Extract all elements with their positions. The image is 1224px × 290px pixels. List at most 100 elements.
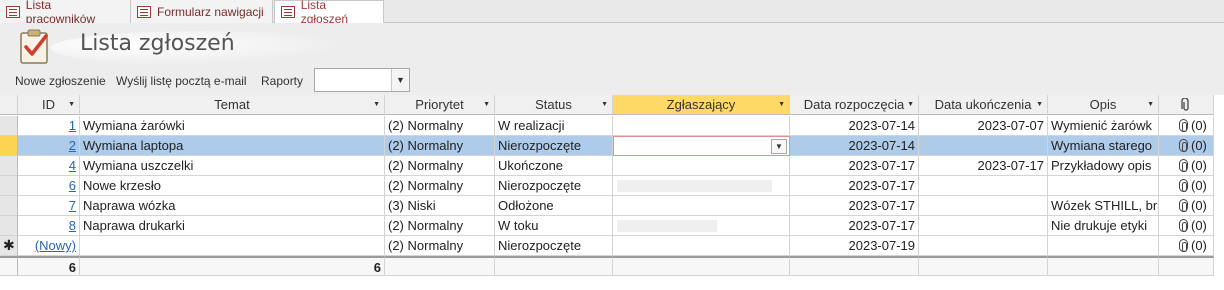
- select-all-corner[interactable]: [0, 95, 18, 115]
- cell-priorytet[interactable]: (2) Normalny: [385, 236, 495, 256]
- new-record-marker[interactable]: ✱: [0, 236, 18, 256]
- cell-zglaszajacy-combo[interactable]: ▼: [613, 136, 790, 156]
- cell-status[interactable]: Nierozpoczęte: [495, 176, 613, 196]
- cell-id[interactable]: 2: [18, 136, 80, 156]
- cell-status[interactable]: Ukończone: [495, 156, 613, 176]
- cell-temat[interactable]: Nowe krzesło: [80, 176, 385, 196]
- sort-dropdown-icon[interactable]: ▼: [778, 95, 785, 114]
- row-selector[interactable]: [0, 216, 18, 236]
- column-header-attachments[interactable]: [1159, 95, 1214, 115]
- column-header-data-rozpoczecia[interactable]: Data rozpoczęcia ▼: [790, 95, 919, 115]
- cell-status[interactable]: W toku: [495, 216, 613, 236]
- cell-temat[interactable]: Wymiana żarówki: [80, 116, 385, 136]
- sort-dropdown-icon[interactable]: ▼: [907, 95, 914, 114]
- cell-zglaszajacy[interactable]: [613, 236, 790, 256]
- total-cell[interactable]: [1159, 256, 1214, 276]
- sort-dropdown-icon[interactable]: ▼: [1036, 95, 1043, 114]
- cell-temat[interactable]: Wymiana laptopa: [80, 136, 385, 156]
- cell-data-ukonczenia[interactable]: 2023-07-07: [919, 116, 1048, 136]
- cell-data-rozpoczecia[interactable]: 2023-07-14: [790, 116, 919, 136]
- tab-formularz-nawigacji[interactable]: Formularz nawigacji: [131, 0, 273, 23]
- tab-lista-pracownikow[interactable]: Lista pracowników: [0, 0, 131, 26]
- cell-id[interactable]: 6: [18, 176, 80, 196]
- cell-zglaszajacy[interactable]: [613, 116, 790, 136]
- cell-attachments[interactable]: (0): [1159, 176, 1214, 196]
- row-selector[interactable]: [0, 176, 18, 196]
- cell-opis[interactable]: [1048, 236, 1159, 256]
- total-cell[interactable]: [919, 256, 1048, 276]
- cell-temat[interactable]: Wymiana uszczelki: [80, 156, 385, 176]
- cell-zglaszajacy[interactable]: [613, 216, 790, 236]
- cell-zglaszajacy[interactable]: [613, 176, 790, 196]
- cell-id[interactable]: 1: [18, 116, 80, 136]
- column-header-zglaszajacy[interactable]: Zgłaszający ▼: [613, 95, 790, 115]
- cell-data-ukonczenia[interactable]: [919, 236, 1048, 256]
- cell-priorytet[interactable]: (2) Normalny: [385, 216, 495, 236]
- table-row-current[interactable]: 2 Wymiana laptopa (2) Normalny Nierozpoc…: [0, 136, 1224, 156]
- cell-zglaszajacy[interactable]: [613, 196, 790, 216]
- email-list-link[interactable]: Wyślij listę pocztą e-mail: [116, 74, 247, 88]
- cell-data-rozpoczecia[interactable]: 2023-07-19: [790, 236, 919, 256]
- chevron-down-icon[interactable]: ▼: [391, 69, 409, 91]
- cell-opis[interactable]: Wózek STHILL, bra: [1048, 196, 1159, 216]
- cell-attachments[interactable]: (0): [1159, 236, 1214, 256]
- cell-status[interactable]: Nierozpoczęte: [495, 136, 613, 156]
- column-header-status[interactable]: Status ▼: [495, 95, 613, 115]
- cell-data-rozpoczecia[interactable]: 2023-07-17: [790, 196, 919, 216]
- cell-status[interactable]: Nierozpoczęte: [495, 236, 613, 256]
- column-header-id[interactable]: ID ▼: [18, 95, 80, 115]
- cell-opis[interactable]: Przykładowy opis: [1048, 156, 1159, 176]
- sort-dropdown-icon[interactable]: ▼: [68, 95, 75, 114]
- cell-temat[interactable]: [80, 236, 385, 256]
- cell-priorytet[interactable]: (2) Normalny: [385, 176, 495, 196]
- cell-data-rozpoczecia[interactable]: 2023-07-17: [790, 176, 919, 196]
- tab-lista-zgloszen[interactable]: Lista zgłoszeń: [274, 0, 384, 26]
- total-cell[interactable]: [495, 256, 613, 276]
- cell-id[interactable]: 7: [18, 196, 80, 216]
- sort-dropdown-icon[interactable]: ▼: [1147, 95, 1154, 114]
- table-row[interactable]: 6 Nowe krzesło (2) Normalny Nierozpoczęt…: [0, 176, 1224, 196]
- new-ticket-link[interactable]: Nowe zgłoszenie: [15, 74, 106, 88]
- reports-combo[interactable]: ▼: [314, 68, 410, 92]
- row-selector[interactable]: [0, 116, 18, 136]
- cell-attachments[interactable]: (0): [1159, 136, 1214, 156]
- cell-attachments[interactable]: (0): [1159, 216, 1214, 236]
- cell-temat[interactable]: Naprawa wózka: [80, 196, 385, 216]
- cell-opis[interactable]: Wymienić żarówk: [1048, 116, 1159, 136]
- new-record-row[interactable]: ✱ (Nowy) (2) Normalny Nierozpoczęte 2023…: [0, 236, 1224, 256]
- sort-dropdown-icon[interactable]: ▼: [483, 95, 490, 114]
- cell-id[interactable]: 8: [18, 216, 80, 236]
- cell-opis[interactable]: [1048, 176, 1159, 196]
- cell-data-ukonczenia[interactable]: [919, 136, 1048, 156]
- total-cell[interactable]: [1048, 256, 1159, 276]
- cell-priorytet[interactable]: (2) Normalny: [385, 136, 495, 156]
- chevron-down-icon[interactable]: ▼: [771, 139, 787, 154]
- cell-priorytet[interactable]: (2) Normalny: [385, 156, 495, 176]
- cell-status[interactable]: W realizacji: [495, 116, 613, 136]
- cell-id[interactable]: (Nowy): [18, 236, 80, 256]
- table-row[interactable]: 4 Wymiana uszczelki (2) Normalny Ukończo…: [0, 156, 1224, 176]
- cell-opis[interactable]: Wymiana starego: [1048, 136, 1159, 156]
- cell-data-ukonczenia[interactable]: 2023-07-17: [919, 156, 1048, 176]
- cell-status[interactable]: Odłożone: [495, 196, 613, 216]
- column-header-priorytet[interactable]: Priorytet ▼: [385, 95, 495, 115]
- total-cell[interactable]: [790, 256, 919, 276]
- table-row[interactable]: 7 Naprawa wózka (3) Niski Odłożone 2023-…: [0, 196, 1224, 216]
- cell-data-rozpoczecia[interactable]: 2023-07-17: [790, 216, 919, 236]
- cell-data-ukonczenia[interactable]: [919, 196, 1048, 216]
- total-id-count[interactable]: 6: [18, 256, 80, 276]
- cell-temat[interactable]: Naprawa drukarki: [80, 216, 385, 236]
- cell-attachments[interactable]: (0): [1159, 156, 1214, 176]
- cell-data-rozpoczecia[interactable]: 2023-07-17: [790, 156, 919, 176]
- cell-zglaszajacy[interactable]: [613, 156, 790, 176]
- table-row[interactable]: 8 Naprawa drukarki (2) Normalny W toku 2…: [0, 216, 1224, 236]
- cell-attachments[interactable]: (0): [1159, 196, 1214, 216]
- cell-id[interactable]: 4: [18, 156, 80, 176]
- total-cell[interactable]: [613, 256, 790, 276]
- column-header-temat[interactable]: Temat ▼: [80, 95, 385, 115]
- cell-data-ukonczenia[interactable]: [919, 176, 1048, 196]
- cell-priorytet[interactable]: (3) Niski: [385, 196, 495, 216]
- row-selector[interactable]: [0, 156, 18, 176]
- total-temat-count[interactable]: 6: [80, 256, 385, 276]
- cell-attachments[interactable]: (0): [1159, 116, 1214, 136]
